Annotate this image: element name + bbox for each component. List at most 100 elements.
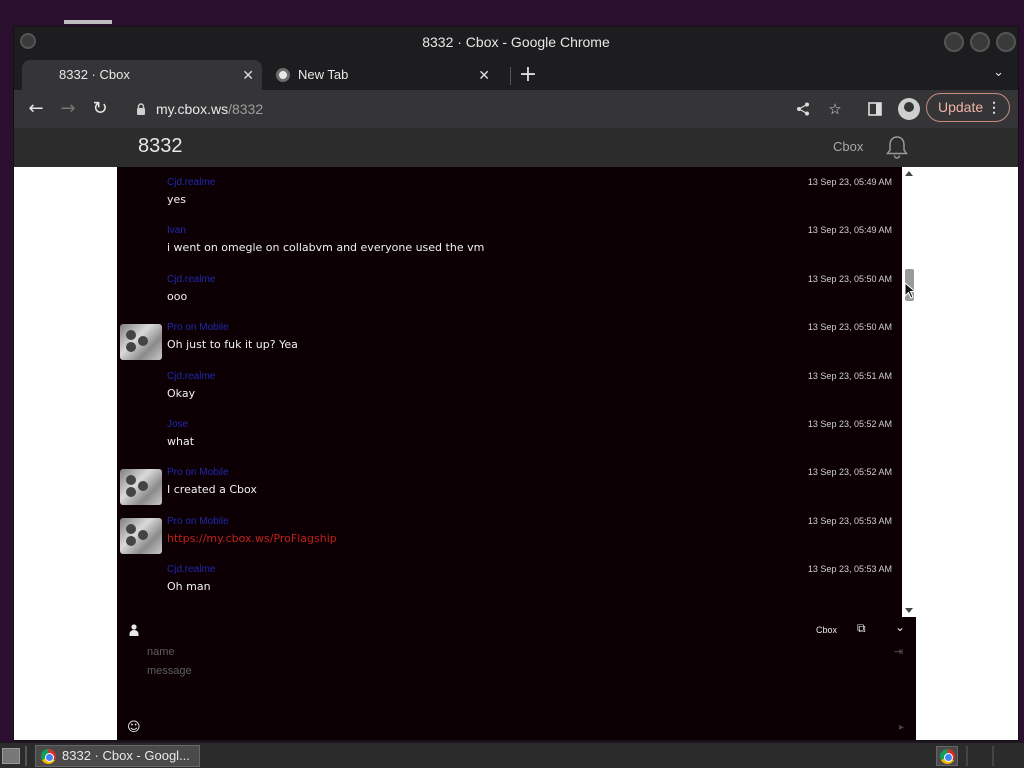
user-icon[interactable] xyxy=(129,624,139,636)
taskbar-chrome-window[interactable]: 8332 · Cbox - Googl... xyxy=(35,745,200,767)
bell-icon[interactable] xyxy=(884,134,910,160)
tab-new-tab[interactable]: New Tab ✕ xyxy=(266,60,498,90)
message-author[interactable]: Cjd.realme xyxy=(167,274,215,285)
message-link[interactable]: https://my.cbox.ws/ProFlagship xyxy=(167,532,337,545)
tab-cbox[interactable]: 8332 · Cbox ✕ xyxy=(22,60,262,90)
new-tab-button[interactable]: + xyxy=(514,62,542,90)
message-list[interactable]: Cjd.realme 13 Sep 23, 05:49 AM yes Ivan 13 S… xyxy=(117,167,902,617)
message-author[interactable]: Cjd.realme xyxy=(167,177,215,188)
arrow-left-icon[interactable]: ← xyxy=(22,96,50,124)
window-controls xyxy=(944,32,1016,52)
show-desktop-icon[interactable] xyxy=(2,748,20,764)
reload-icon[interactable]: ↻ xyxy=(86,96,114,124)
cbox-nav-link[interactable]: Cbox xyxy=(833,139,863,154)
update-label: Update xyxy=(938,99,984,115)
desktop-top-strip xyxy=(64,20,112,24)
chrome-icon xyxy=(41,749,56,764)
name-field[interactable] xyxy=(147,643,887,661)
message-timestamp: 13 Sep 23, 05:52 AM xyxy=(807,467,892,478)
message-author[interactable]: Ivan xyxy=(167,225,186,236)
window-title: 8332 · Cbox - Google Chrome xyxy=(422,34,610,50)
message-row: Pro on Mobile 13 Sep 23, 05:52 AM I create… xyxy=(117,457,902,506)
tab-separator xyxy=(510,67,511,85)
message-row: Cjd.realme 13 Sep 23, 05:49 AM yes xyxy=(117,167,902,215)
message-author[interactable]: Cjd.realme xyxy=(167,371,215,382)
lock-icon xyxy=(137,103,145,115)
chrome-icon xyxy=(940,749,955,764)
taskbar-separator xyxy=(25,746,27,766)
tray-separator xyxy=(966,746,968,766)
taskbar: 8332 · Cbox - Googl... xyxy=(0,742,1024,768)
close-icon[interactable]: ✕ xyxy=(242,60,254,90)
mouse-cursor-icon xyxy=(904,282,916,299)
message-author[interactable]: Jose xyxy=(167,419,188,430)
avatar[interactable] xyxy=(120,469,162,506)
tray-chrome-launcher[interactable] xyxy=(936,746,958,766)
message-row: Cjd.realme 13 Sep 23, 05:51 AM Okay xyxy=(117,361,902,409)
share-icon[interactable] xyxy=(790,96,816,122)
message-timestamp: 13 Sep 23, 05:49 AM xyxy=(807,225,892,236)
compose-toolbar: Cbox ⧉ ⌄ xyxy=(117,617,916,641)
message-scrollbar[interactable] xyxy=(902,167,916,617)
chrome-icon xyxy=(276,68,290,82)
profile-icon[interactable] xyxy=(898,98,920,120)
close-window-button[interactable] xyxy=(996,32,1016,52)
window-titlebar[interactable]: 8332 · Cbox - Google Chrome xyxy=(14,27,1018,57)
message-row: Jose 13 Sep 23, 05:52 AM what xyxy=(117,409,902,457)
message-author[interactable]: Cjd.realme xyxy=(167,564,215,575)
avatar[interactable] xyxy=(120,324,162,361)
star-icon[interactable]: ☆ xyxy=(822,96,848,122)
url-host: my.cbox.ws xyxy=(156,101,229,117)
browser-toolbar: ← → ↻ my.cbox.ws/8332 ☆ Update ⋮ xyxy=(14,90,1018,128)
message-timestamp: 13 Sep 23, 05:51 AM xyxy=(807,370,892,381)
message-timestamp: 13 Sep 23, 05:53 AM xyxy=(807,515,892,526)
message-row: Pro on Mobile 13 Sep 23, 05:50 AM Oh just … xyxy=(117,312,902,361)
message-text: Okay xyxy=(167,386,196,400)
scroll-down-arrow-icon[interactable] xyxy=(905,608,913,613)
browser-window: 8332 · Cbox - Google Chrome 8332 · Cbox … xyxy=(13,26,1019,741)
message-timestamp: 13 Sep 23, 05:53 AM xyxy=(807,564,892,575)
login-icon[interactable]: ⇥ xyxy=(894,645,903,658)
arrow-right-icon[interactable]: → xyxy=(54,96,82,124)
message-row: Cjd.realme 13 Sep 23, 05:53 AM Oh man xyxy=(117,554,902,602)
scroll-up-arrow-icon[interactable] xyxy=(905,171,913,176)
message-text: i went on omegle on collabvm and everyon… xyxy=(167,241,485,255)
message-author[interactable]: Pro on Mobile xyxy=(167,322,229,333)
page-title: 8332 xyxy=(138,135,183,157)
message-text: ooo xyxy=(167,289,188,303)
tab-label: 8332 · Cbox xyxy=(59,67,130,82)
window-menu-button[interactable] xyxy=(20,33,36,49)
cbox-link[interactable]: Cbox xyxy=(816,625,837,635)
kebab-menu-icon[interactable]: ⋮ xyxy=(987,94,1001,121)
message-row: Pro on Mobile 13 Sep 23, 05:53 AM https://… xyxy=(117,506,902,554)
send-icon[interactable]: ▸ xyxy=(899,722,904,733)
message-timestamp: 13 Sep 23, 05:50 AM xyxy=(807,322,892,333)
message-timestamp: 13 Sep 23, 05:50 AM xyxy=(807,273,892,284)
side-panel-icon[interactable] xyxy=(862,96,888,122)
message-author[interactable]: Pro on Mobile xyxy=(167,516,229,527)
message-row: Cjd.realme 13 Sep 23, 05:50 AM ooo xyxy=(117,264,902,312)
message-text: what xyxy=(167,435,195,448)
message-author[interactable]: Pro on Mobile xyxy=(167,467,229,478)
minimize-button[interactable] xyxy=(944,32,964,52)
task-label: 8332 · Cbox - Googl... xyxy=(62,748,190,763)
update-button[interactable]: Update ⋮ xyxy=(926,93,1010,122)
message-row: Ivan 13 Sep 23, 05:49 AM i went on omegle … xyxy=(117,215,902,263)
message-timestamp: 13 Sep 23, 05:52 AM xyxy=(807,419,892,429)
message-text: Oh just to fuk it up? Yea xyxy=(167,338,298,352)
maximize-button[interactable] xyxy=(970,32,990,52)
site-header: 8332 Cbox xyxy=(14,128,1018,167)
emoji-icon[interactable]: ☺ xyxy=(127,720,141,735)
collapse-icon[interactable]: ⌄ xyxy=(895,620,905,634)
tab-label: New Tab xyxy=(298,67,349,82)
message-timestamp: 13 Sep 23, 05:49 AM xyxy=(807,177,892,187)
close-icon[interactable]: ✕ xyxy=(478,60,490,90)
avatar[interactable] xyxy=(120,517,162,554)
message-text: I created a Cbox xyxy=(167,483,257,497)
tab-search-icon[interactable]: ⌄ xyxy=(993,65,1004,80)
cbox-chat: Cjd.realme 13 Sep 23, 05:49 AM yes Ivan 13 S… xyxy=(117,167,916,740)
message-field[interactable] xyxy=(147,665,887,715)
message-text: yes xyxy=(167,193,187,206)
address-bar[interactable]: my.cbox.ws/8332 xyxy=(124,94,824,124)
external-link-icon[interactable]: ⧉ xyxy=(857,621,866,636)
